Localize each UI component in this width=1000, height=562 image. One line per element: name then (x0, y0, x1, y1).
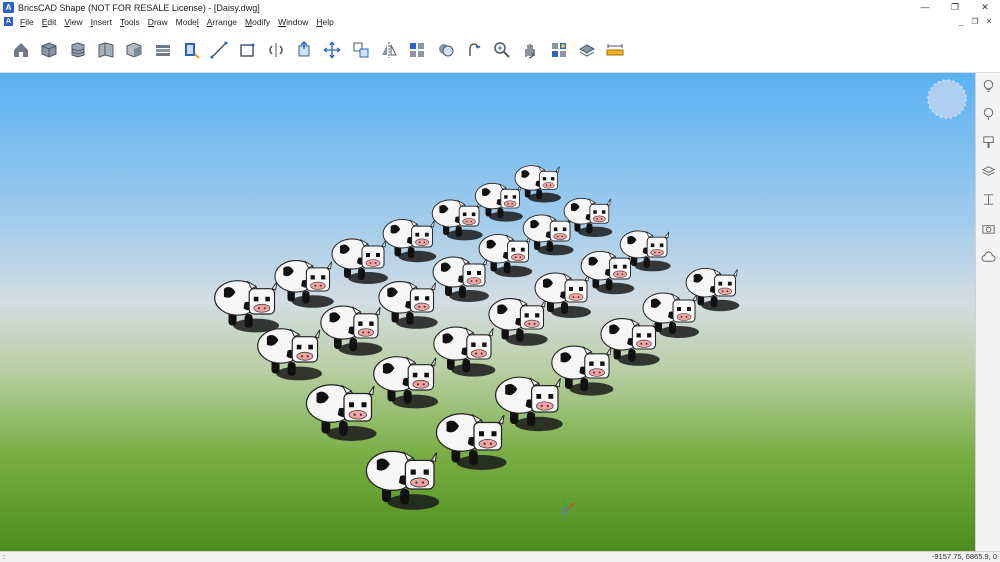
window-controls: — ❐ ✕ (910, 0, 1000, 15)
tips-icon[interactable] (979, 105, 998, 124)
move-icon[interactable] (321, 39, 343, 61)
wall-icon[interactable] (95, 39, 117, 61)
solid-box-icon[interactable] (123, 39, 145, 61)
cow-model[interactable] (433, 326, 496, 378)
restore-button[interactable]: ❐ (940, 0, 970, 15)
array-icon[interactable] (406, 39, 428, 61)
cow-model[interactable] (551, 345, 614, 397)
rotate-icon[interactable] (463, 39, 485, 61)
paint-icon[interactable] (979, 133, 998, 152)
cow-model[interactable] (514, 165, 562, 203)
status-bar: : -9157.75, 6865.9, 0 (0, 551, 1000, 562)
close-button[interactable]: ✕ (970, 0, 1000, 15)
menu-item-1[interactable]: Edit (38, 17, 61, 27)
doc-close-button[interactable]: ✕ (982, 15, 996, 28)
minimize-button[interactable]: — (910, 0, 940, 15)
scene-canvas[interactable] (0, 73, 975, 551)
model-viewport[interactable] (0, 73, 975, 551)
cow-model[interactable] (478, 233, 533, 278)
app-logo-icon: A (3, 2, 14, 13)
cow-model[interactable] (488, 298, 549, 347)
menu-item-4[interactable]: Tools (116, 17, 144, 27)
layers-icon[interactable] (979, 162, 998, 181)
cow-model[interactable] (600, 318, 661, 367)
cow-model[interactable] (563, 197, 613, 238)
doc-minimize-button[interactable]: _ (954, 15, 968, 28)
document-controls: _ ❐ ✕ (954, 15, 996, 28)
document-icon[interactable]: A (4, 17, 13, 26)
cow-model[interactable] (373, 356, 439, 409)
cow-model[interactable] (365, 450, 440, 511)
command-line[interactable]: : (3, 552, 5, 562)
revolve-icon[interactable] (265, 39, 287, 61)
window-icon[interactable] (180, 39, 202, 61)
cloud-icon[interactable] (979, 248, 998, 267)
cow-model[interactable] (274, 260, 335, 309)
cow-model[interactable] (214, 280, 280, 333)
cow-model[interactable] (431, 199, 484, 241)
mirror-icon[interactable] (378, 39, 400, 61)
measure-icon[interactable] (604, 39, 626, 61)
cow-model[interactable] (320, 305, 383, 357)
menu-bar: A File Edit View Insert Tools Draw Model Arrang… (0, 15, 1000, 28)
cow-model[interactable] (257, 328, 323, 381)
cow-model[interactable] (474, 182, 524, 223)
slab-icon[interactable] (152, 39, 174, 61)
menu-item-6[interactable]: Model (172, 17, 203, 27)
cow-model[interactable] (305, 384, 378, 442)
section-icon[interactable] (979, 190, 998, 209)
cow-model[interactable] (522, 214, 575, 256)
camera-icon[interactable] (979, 219, 998, 238)
title-bar: A BricsCAD Shape (NOT FOR RESALE License… (0, 0, 1000, 15)
ucs-icon (561, 499, 576, 515)
lightbulb-icon[interactable] (979, 77, 998, 96)
cow-model[interactable] (432, 256, 490, 303)
view-compass-icon[interactable] (927, 79, 967, 119)
cow-model[interactable] (495, 376, 564, 432)
material-icon[interactable] (576, 39, 598, 61)
window-title: BricsCAD Shape (NOT FOR RESALE License) … (18, 2, 260, 13)
zoom-icon[interactable] (491, 39, 513, 61)
menu-item-7[interactable]: Arrange (203, 17, 241, 27)
cursor-coordinates: -9157.75, 6865.9, 0 (931, 552, 997, 561)
menu-item-3[interactable]: Insert (87, 17, 116, 27)
copy-icon[interactable] (350, 39, 372, 61)
cow-model[interactable] (435, 413, 508, 471)
doc-restore-button[interactable]: ❐ (968, 15, 982, 28)
extrude-icon[interactable] (293, 39, 315, 61)
rectangle-icon[interactable] (236, 39, 258, 61)
pan-icon[interactable] (519, 39, 541, 61)
cow-model[interactable] (382, 218, 437, 263)
menu-item-9[interactable]: Window (274, 17, 312, 27)
menu-item-5[interactable]: Draw (144, 17, 172, 27)
cow-model[interactable] (331, 238, 389, 285)
ribbon-toolbar (0, 28, 1000, 73)
render-icon[interactable] (548, 39, 570, 61)
boolean-icon[interactable] (435, 39, 457, 61)
menu-item-8[interactable]: Modify (241, 17, 274, 27)
menu-item-10[interactable]: Help (312, 17, 337, 27)
right-side-panel (975, 73, 1000, 551)
line-icon[interactable] (208, 39, 230, 61)
cylinder-stack-icon[interactable] (67, 39, 89, 61)
cow-model[interactable] (580, 250, 635, 295)
menu-item-2[interactable]: View (60, 17, 86, 27)
box-icon[interactable] (38, 39, 60, 61)
menu-item-0[interactable]: File (16, 17, 38, 27)
menu-items: File Edit View Insert Tools Draw Model Arrange M… (16, 17, 338, 27)
cow-model[interactable] (378, 281, 439, 330)
home-icon[interactable] (10, 39, 32, 61)
